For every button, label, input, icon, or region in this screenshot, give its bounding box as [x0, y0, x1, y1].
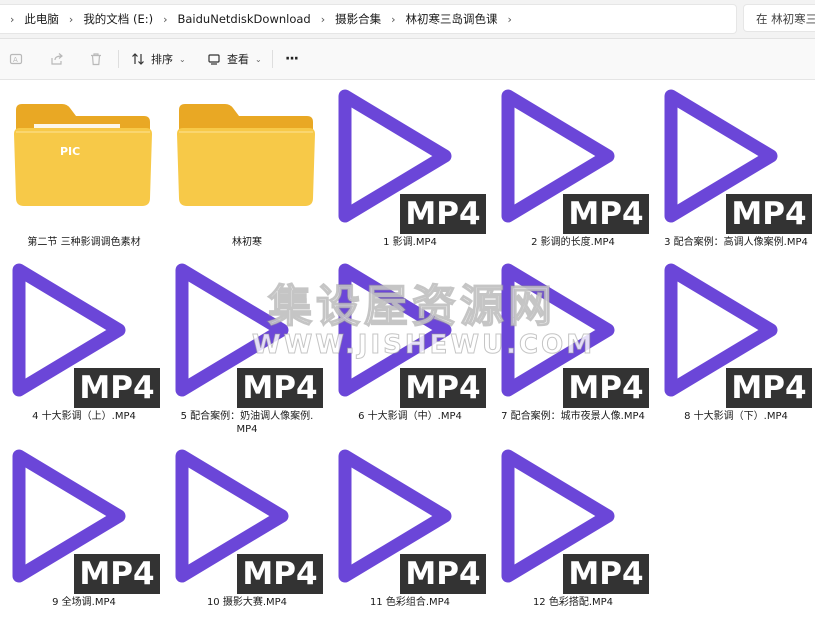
rename-icon: A: [9, 53, 23, 65]
breadcrumb-item-current[interactable]: 林初寒三岛调色课: [406, 11, 498, 27]
folder-icon: PIC: [14, 104, 152, 206]
breadcrumb-item-baidunetdisk[interactable]: BaiduNetdiskDownload: [178, 12, 311, 26]
folder-icon: [177, 104, 315, 206]
file-name-label: 5 配合案例：奶油调人像案例. MP4: [167, 410, 327, 436]
mp4-badge: MP4: [726, 194, 812, 234]
file-name-line: 2 影调的长度.MP4: [531, 237, 615, 248]
file-name-label: 6 十大影调（中）.MP4: [330, 410, 490, 423]
file-name-line: 7 配合案例：城市夜景人像.MP4: [501, 411, 645, 422]
more-options-button[interactable]: ···: [285, 39, 299, 79]
chevron-down-icon: ⌄: [255, 54, 262, 64]
sort-icon: [132, 53, 144, 65]
delete-button[interactable]: [89, 39, 103, 79]
pic-badge: PIC: [60, 145, 80, 158]
file-name-line: 9 全场调.MP4: [52, 597, 116, 608]
file-item-mp4[interactable]: MP4 9 全场调.MP4: [4, 440, 164, 608]
mp4-badge: MP4: [726, 368, 812, 408]
mp4-badge: MP4: [400, 368, 486, 408]
file-item-mp4[interactable]: MP4 3 配合案例：高调人像案例.MP4: [656, 80, 815, 248]
mp4-badge: MP4: [237, 554, 323, 594]
file-name-label: 1 影调.MP4: [330, 236, 490, 249]
toolbar-divider: [118, 50, 119, 68]
mp4-badge: MP4: [74, 368, 160, 408]
file-item-mp4[interactable]: MP4 6 十大影调（中）.MP4: [330, 254, 490, 422]
mp4-badge: MP4: [563, 554, 649, 594]
search-input[interactable]: 在 林初寒三岛调色课 中搜索: [743, 4, 815, 32]
chevron-down-icon: ⌄: [179, 54, 186, 64]
file-name-label: 第二节 三种影调调色素材: [4, 236, 164, 249]
svg-text:A: A: [13, 56, 18, 64]
mp4-badge: MP4: [563, 368, 649, 408]
breadcrumb-item-this-pc[interactable]: 此电脑: [24, 11, 59, 27]
file-name-line: 第二节 三种影调调色素材: [27, 237, 141, 248]
breadcrumb-item-documents[interactable]: 我的文档 (E:): [83, 11, 153, 27]
trash-icon: [91, 53, 101, 66]
file-name-line: 1 影调.MP4: [383, 237, 437, 248]
mp4-badge: MP4: [563, 194, 649, 234]
share-icon: [51, 53, 63, 65]
file-name-label: 12 色彩搭配.MP4: [493, 596, 653, 609]
file-item-mp4[interactable]: MP4 4 十大影调（上）.MP4: [4, 254, 164, 422]
file-name-line: 10 摄影大赛.MP4: [206, 597, 288, 608]
file-name-label: 10 摄影大赛.MP4: [167, 596, 327, 609]
file-name-line: 4 十大影调（上）.MP4: [32, 411, 136, 422]
sort-label: 排序: [151, 53, 173, 66]
file-name-label: 2 影调的长度.MP4: [493, 236, 653, 249]
file-name-line: 12 色彩搭配.MP4: [532, 597, 614, 608]
file-item-mp4[interactable]: MP4 7 配合案例：城市夜景人像.MP4: [493, 254, 653, 422]
file-name-line: 林初寒: [232, 237, 262, 248]
folder-item[interactable]: 林初寒: [167, 80, 327, 248]
address-bar: › 此电脑 › 我的文档 (E:) › BaiduNetdiskDownload…: [0, 0, 815, 39]
file-item-mp4[interactable]: MP4 10 摄影大赛.MP4: [167, 440, 327, 608]
chevron-right-icon: ›: [68, 12, 74, 26]
breadcrumb-item-collection[interactable]: 摄影合集: [335, 11, 381, 27]
file-item-mp4[interactable]: MP4 5 配合案例：奶油调人像案例. MP4: [167, 254, 327, 435]
file-name-line: MP4: [236, 424, 258, 435]
share-button[interactable]: [50, 39, 64, 79]
file-item-mp4[interactable]: MP4 8 十大影调（下）.MP4: [656, 254, 815, 422]
command-bar: A 排序 ⌄ 查看 ⌄ ···: [0, 39, 815, 80]
file-name-line: 8 十大影调（下）.MP4: [684, 411, 788, 422]
chevron-right-icon: ›: [391, 12, 396, 26]
view-icon: [208, 54, 220, 65]
file-name-label: 11 色彩组合.MP4: [330, 596, 490, 609]
view-label: 查看: [227, 53, 249, 66]
file-item-mp4[interactable]: MP4 11 色彩组合.MP4: [330, 440, 490, 608]
rename-button[interactable]: A: [9, 39, 23, 79]
file-name-line: 6 十大影调（中）.MP4: [358, 411, 462, 422]
file-item-mp4[interactable]: MP4 2 影调的长度.MP4: [493, 80, 653, 248]
file-name-label: 林初寒: [167, 236, 327, 249]
file-name-label: 8 十大影调（下）.MP4: [656, 410, 815, 423]
view-button[interactable]: 查看 ⌄: [207, 39, 262, 79]
sort-button[interactable]: 排序 ⌄: [131, 39, 186, 79]
file-name-label: 4 十大影调（上）.MP4: [4, 410, 164, 423]
file-name-line: 11 色彩组合.MP4: [369, 597, 451, 608]
chevron-right-icon: ›: [507, 12, 512, 26]
chevron-right-icon: ›: [10, 12, 15, 26]
file-name-line: 3 配合案例：高调人像案例.MP4: [664, 237, 808, 248]
file-name-label: 9 全场调.MP4: [4, 596, 164, 609]
breadcrumb[interactable]: › 此电脑 › 我的文档 (E:) › BaiduNetdiskDownload…: [0, 4, 737, 34]
file-item-mp4[interactable]: MP4 12 色彩搭配.MP4: [493, 440, 653, 608]
file-item-mp4[interactable]: MP4 1 影调.MP4: [330, 80, 490, 248]
file-grid: PIC 第二节 三种影调调色素材 林初寒 MP4 1 影调.MP4 MP4 2 影调的长度.…: [0, 80, 815, 620]
mp4-badge: MP4: [237, 368, 323, 408]
chevron-right-icon: ›: [320, 12, 326, 26]
mp4-badge: MP4: [400, 194, 486, 234]
mp4-badge: MP4: [400, 554, 486, 594]
folder-item[interactable]: PIC 第二节 三种影调调色素材: [4, 80, 164, 248]
file-name-label: 7 配合案例：城市夜景人像.MP4: [493, 410, 653, 423]
mp4-badge: MP4: [74, 554, 160, 594]
file-name-label: 3 配合案例：高调人像案例.MP4: [656, 236, 815, 249]
chevron-right-icon: ›: [163, 12, 168, 26]
file-name-line: 5 配合案例：奶油调人像案例.: [180, 411, 314, 422]
toolbar-divider: [272, 50, 273, 68]
